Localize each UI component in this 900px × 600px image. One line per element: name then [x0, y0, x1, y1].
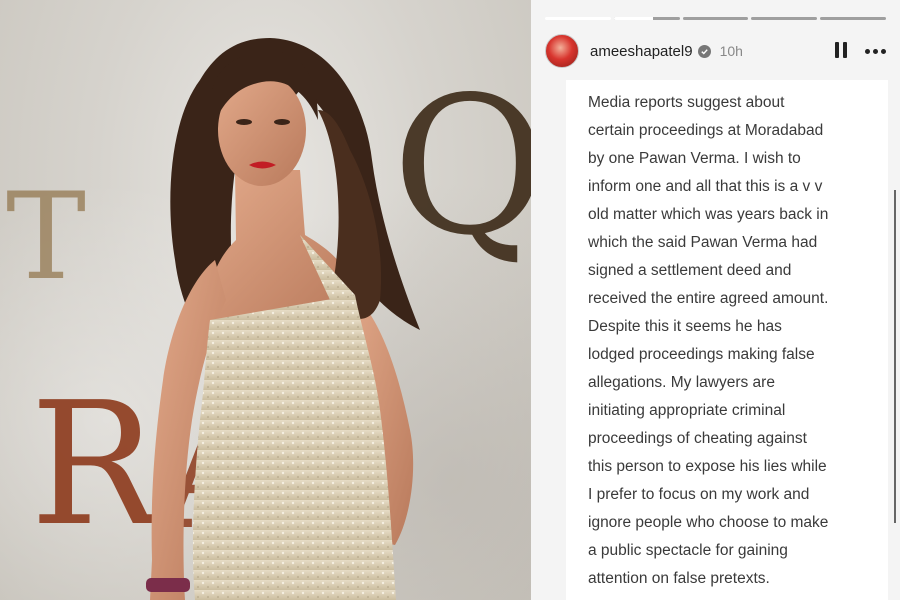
statement-line: by one Pawan Verma. I wish to — [588, 150, 801, 167]
username[interactable]: ameeshapatel9 — [590, 43, 693, 60]
pause-icon[interactable] — [833, 42, 849, 60]
statement-line: lodged proceedings making false — [588, 346, 815, 363]
statement-line: Media reports suggest about — [588, 94, 785, 111]
story-progress-segment — [751, 17, 818, 20]
statement-line: this person to expose his lies while — [588, 458, 827, 475]
statement-line: ignore people who choose to make — [588, 514, 829, 531]
statement-line: signed a settlement deed and — [588, 262, 792, 279]
statement-card: Media reports suggest about certain proce… — [566, 80, 896, 600]
statement-text: Media reports suggest about certain proce… — [588, 89, 878, 593]
composite-image: Q T R A — [0, 0, 900, 600]
statement-line: initiating appropriate criminal — [588, 402, 786, 419]
woman-in-saree-figure — [146, 38, 420, 600]
avatar[interactable] — [545, 34, 579, 68]
more-icon[interactable] — [865, 48, 886, 54]
statement-line: allegations. My lawyers are — [588, 374, 775, 391]
story-header: ameeshapatel9 10h — [545, 33, 886, 69]
statement-line: inform one and all that this is a v v — [588, 178, 823, 195]
scrollbar[interactable] — [894, 190, 896, 523]
story-progress — [545, 17, 886, 20]
story-progress-segment — [613, 17, 680, 20]
statement-line: I prefer to focus on my work and — [588, 486, 810, 503]
statement-line: certain proceedings at Moradabad — [588, 122, 824, 139]
story-progress-segment — [545, 17, 611, 20]
statement-line: attention on false pretexts. — [588, 570, 770, 587]
post-time: 10h — [719, 43, 743, 59]
statement-line: received the entire agreed amount. — [588, 290, 829, 307]
instagram-story: ameeshapatel9 10h Media reports suggest … — [531, 0, 900, 600]
event-photo: Q T R A — [0, 0, 531, 600]
statement-line: Despite this it seems he has — [588, 318, 782, 335]
story-progress-segment — [820, 17, 886, 20]
statement-line: a public spectacle for gaining — [588, 542, 788, 559]
statement-line: which the said Pawan Verma had — [588, 234, 818, 251]
statement-line: old matter which was years back in — [588, 206, 829, 223]
story-progress-segment — [682, 17, 749, 20]
statement-line: proceedings of cheating against — [588, 430, 807, 447]
verified-icon — [697, 44, 711, 58]
